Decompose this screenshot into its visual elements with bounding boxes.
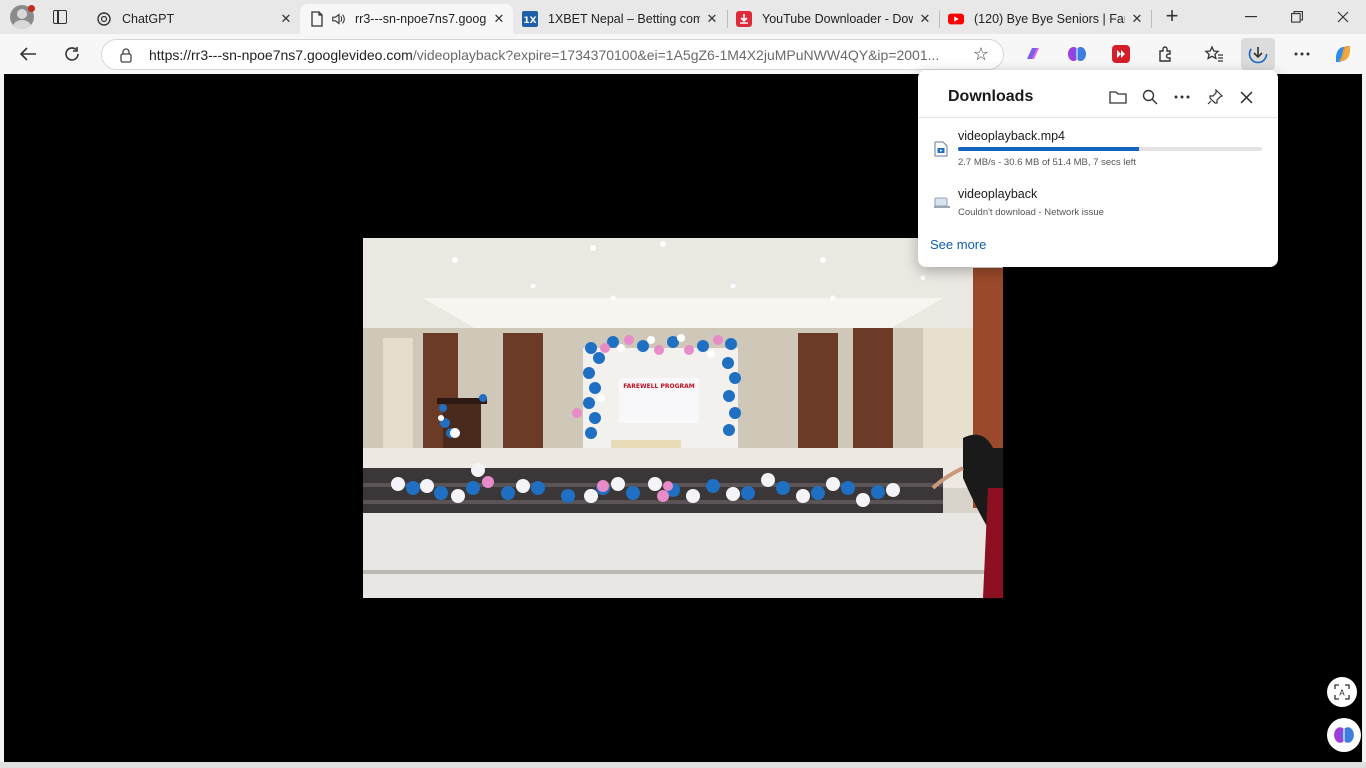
video-speed-extension-icon[interactable] bbox=[1109, 42, 1133, 66]
download-filename: videoplayback.mp4 bbox=[958, 129, 1066, 143]
chatgpt-icon bbox=[96, 11, 112, 27]
tab-strip: ChatGPT ✕ rr3---sn-npoe7ns7.googlevideo.… bbox=[0, 0, 1366, 34]
tab-chatgpt[interactable]: ChatGPT ✕ bbox=[87, 4, 300, 34]
favorite-star-icon[interactable]: ☆ bbox=[973, 44, 989, 65]
downloader-icon bbox=[736, 11, 752, 27]
close-window-button[interactable] bbox=[1320, 0, 1366, 34]
tab-googlevideo[interactable]: rr3---sn-npoe7ns7.googlevideo.com ✕ bbox=[300, 4, 513, 34]
failed-file-icon bbox=[934, 196, 950, 214]
refresh-button[interactable] bbox=[60, 42, 84, 66]
new-tab-button[interactable]: + bbox=[1162, 5, 1182, 27]
lock-icon[interactable] bbox=[118, 47, 134, 63]
tab-title: rr3---sn-npoe7ns7.googlevideo.com bbox=[355, 12, 487, 26]
download-item[interactable]: videoplayback.mp4 2.7 MB/s - 30.6 MB of … bbox=[918, 122, 1278, 172]
address-bar[interactable]: https://rr3---sn-npoe7ns7.googlevideo.co… bbox=[101, 39, 1004, 70]
notification-dot bbox=[28, 5, 35, 12]
download-progress-fill bbox=[958, 147, 1139, 151]
download-filename: videoplayback bbox=[958, 187, 1038, 201]
tab-youtube[interactable]: (120) Bye Bye Seniors | Farewell ✕ bbox=[939, 4, 1151, 34]
copilot-extension-icon[interactable] bbox=[1021, 42, 1045, 66]
brain-extension-icon[interactable] bbox=[1065, 42, 1089, 66]
close-icon[interactable]: ✕ bbox=[917, 11, 933, 27]
close-icon[interactable]: ✕ bbox=[704, 11, 720, 27]
minimize-button[interactable] bbox=[1228, 0, 1274, 34]
download-item[interactable]: videoplayback Couldn't download - Networ… bbox=[918, 182, 1278, 232]
favorites-icon[interactable] bbox=[1202, 42, 1226, 66]
downloads-button[interactable] bbox=[1241, 38, 1275, 70]
more-menu-icon[interactable] bbox=[1290, 42, 1314, 66]
download-status: Couldn't download - Network issue bbox=[958, 207, 1104, 218]
folder-icon[interactable] bbox=[1107, 86, 1129, 108]
divider bbox=[918, 117, 1278, 118]
tab-title: YouTube Downloader - Download bbox=[762, 12, 913, 26]
copilot-icon[interactable] bbox=[1331, 42, 1355, 66]
speaker-icon[interactable] bbox=[331, 11, 347, 27]
tab-actions-icon[interactable] bbox=[50, 7, 70, 27]
1xbet-icon: 1X bbox=[522, 11, 538, 27]
close-icon[interactable]: ✕ bbox=[278, 11, 294, 27]
video-file-icon bbox=[934, 141, 950, 159]
download-status: 2.7 MB/s - 30.6 MB of 51.4 MB, 7 secs le… bbox=[958, 157, 1136, 168]
youtube-icon bbox=[948, 11, 964, 27]
see-more-link[interactable]: See more bbox=[930, 237, 986, 252]
banner-text: FAREWELL PROGRAM bbox=[623, 383, 695, 390]
brain-assistant-icon[interactable] bbox=[1327, 718, 1361, 752]
close-icon[interactable]: ✕ bbox=[491, 11, 507, 27]
visual-search-icon[interactable]: A bbox=[1327, 677, 1357, 707]
tab-separator bbox=[1151, 10, 1152, 28]
tab-title: 1XBET Nepal – Betting company bbox=[548, 12, 700, 26]
back-button[interactable] bbox=[16, 42, 40, 66]
tab-youtube-downloader[interactable]: YouTube Downloader - Download ✕ bbox=[727, 4, 939, 34]
url-path: /videoplayback?expire=1734370100&ei=1A5g… bbox=[412, 47, 940, 63]
video-player[interactable]: FAREWELL PROGRAM bbox=[363, 238, 1003, 598]
page-icon bbox=[309, 11, 325, 27]
tab-title: (120) Bye Bye Seniors | Farewell bbox=[974, 12, 1125, 26]
close-icon[interactable]: ✕ bbox=[1129, 11, 1145, 27]
downloads-title: Downloads bbox=[948, 88, 1034, 105]
svg-text:A: A bbox=[1339, 689, 1345, 698]
toolbar: https://rr3---sn-npoe7ns7.googlevideo.co… bbox=[0, 34, 1366, 74]
restore-button[interactable] bbox=[1274, 0, 1320, 34]
pin-icon[interactable] bbox=[1204, 86, 1226, 108]
more-options-icon[interactable] bbox=[1171, 86, 1193, 108]
close-icon[interactable] bbox=[1235, 86, 1257, 108]
tab-title: ChatGPT bbox=[122, 12, 175, 26]
download-progress-bar bbox=[958, 147, 1262, 151]
tab-1xbet[interactable]: 1X 1XBET Nepal – Betting company ✕ bbox=[513, 4, 726, 34]
downloads-panel: Downloads videoplayback.mp4 2.7 MB/s - 3… bbox=[918, 70, 1278, 267]
bottom-edge bbox=[0, 762, 1366, 768]
svg-text:1X: 1X bbox=[523, 16, 536, 26]
url-text[interactable]: https://rr3---sn-npoe7ns7.googlevideo.co… bbox=[149, 47, 949, 63]
extensions-icon[interactable] bbox=[1153, 42, 1177, 66]
farewell-stage-video-frame: FAREWELL PROGRAM bbox=[363, 238, 1003, 598]
url-host: https://rr3---sn-npoe7ns7.googlevideo.co… bbox=[149, 47, 413, 63]
search-icon[interactable] bbox=[1139, 86, 1161, 108]
